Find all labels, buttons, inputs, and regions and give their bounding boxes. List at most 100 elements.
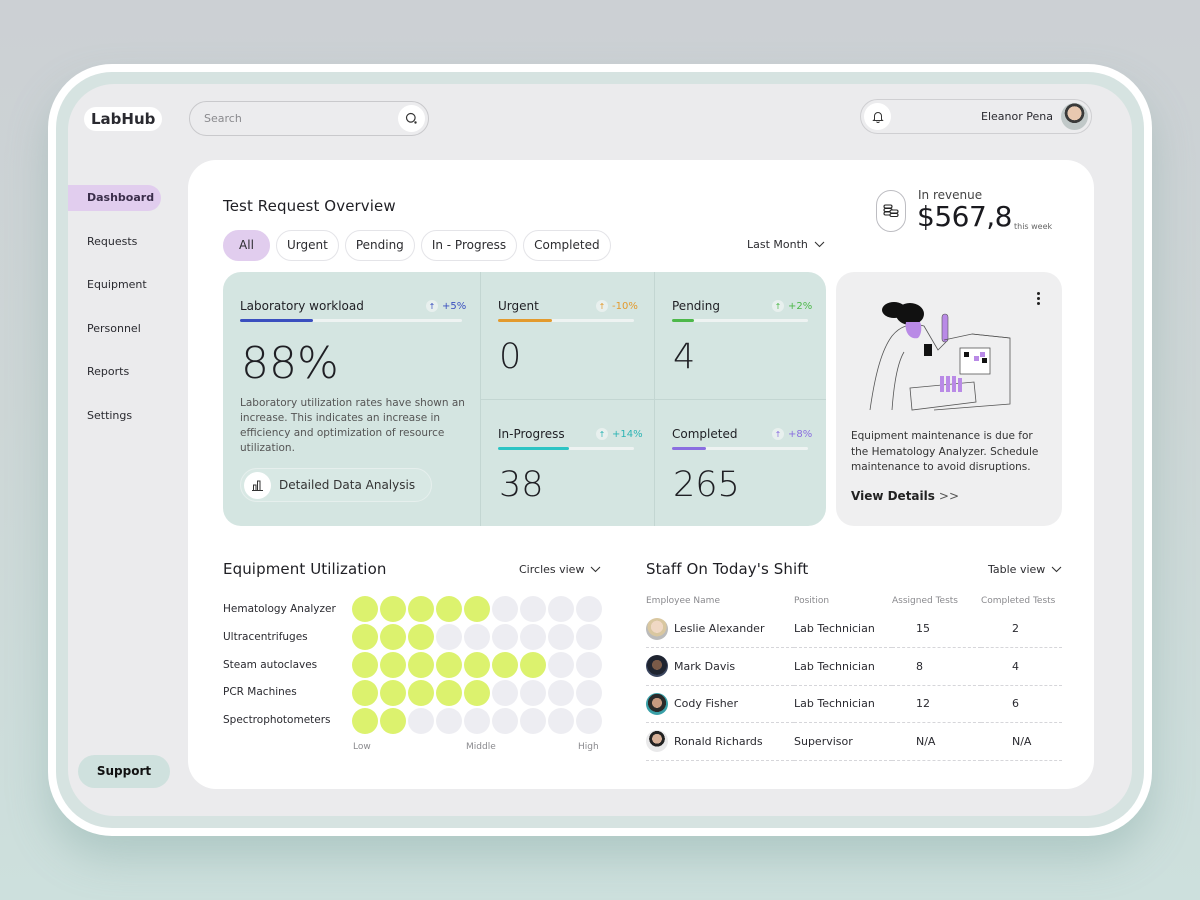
device-bezel: LabHub Eleanor Pena Dashboard Requests E… [56, 72, 1144, 828]
stat-value: 4 [673, 337, 696, 377]
utilization-circle-filled [352, 624, 378, 650]
utilization-circle-filled [408, 680, 434, 706]
employee-name: Leslie Alexander [674, 622, 765, 635]
equipment-label: Steam autoclaves [223, 658, 318, 671]
employee-position: Lab Technician [794, 685, 892, 723]
utilization-circle-filled [436, 652, 462, 678]
utilization-circle-empty [492, 708, 518, 734]
chevron-down-icon [814, 241, 825, 248]
filter-completed[interactable]: Completed [523, 230, 611, 261]
staff-table: Employee Name Position Assigned Tests Co… [646, 592, 1062, 761]
user-menu[interactable]: Eleanor Pena [860, 99, 1092, 134]
sidebar-item-equipment[interactable]: Equipment [68, 272, 161, 298]
search-icon [405, 112, 417, 124]
utilization-circle-filled [380, 708, 406, 734]
equipment-label: Spectrophotometers [223, 714, 331, 727]
utilization-circle-filled [408, 652, 434, 678]
stat-value: 0 [499, 337, 522, 377]
stat-change: ↑ +14% [596, 428, 643, 440]
stat-card-pending[interactable]: Pending ↑ +2% 4 [654, 272, 826, 399]
maintenance-message: Equipment maintenance is due for the Hem… [851, 430, 1039, 473]
stat-change-value: +8% [788, 428, 813, 440]
filter-urgent[interactable]: Urgent [276, 230, 339, 261]
workload-description: Laboratory utilization rates have shown … [240, 397, 465, 454]
column-header[interactable]: Employee Name [646, 592, 794, 610]
sidebar: Dashboard Requests Equipment Personnel R… [68, 185, 178, 446]
employee-name: Ronald Richards [674, 734, 763, 748]
staff-view-dropdown[interactable]: Table view [988, 563, 1062, 576]
utilization-circles [352, 596, 602, 736]
sidebar-item-settings[interactable]: Settings [68, 403, 161, 429]
stat-progress [672, 319, 808, 322]
table-row[interactable]: Leslie Alexander Lab Technician 15 2 [646, 610, 1062, 648]
equipment-view-dropdown[interactable]: Circles view [519, 563, 601, 576]
stat-card-in-progress[interactable]: In-Progress ↑ +14% 38 [481, 399, 654, 526]
column-header[interactable]: Assigned Tests [892, 592, 981, 610]
stat-value: 265 [673, 465, 740, 505]
sidebar-item-reports[interactable]: Reports [68, 359, 161, 385]
assigned-tests: 12 [892, 685, 981, 723]
employee-position: Lab Technician [794, 610, 892, 648]
detailed-analysis-button[interactable]: Detailed Data Analysis [240, 468, 432, 502]
search-bar[interactable] [189, 101, 429, 136]
sidebar-item-personnel[interactable]: Personnel [68, 316, 161, 342]
workload-card: Laboratory workload ↑ +5% 88% Laboratory… [223, 272, 481, 526]
utilization-circle-filled [352, 652, 378, 678]
main-panel: Test Request Overview All Urgent Pending… [188, 160, 1094, 789]
table-row[interactable]: Ronald Richards Supervisor N/A N/A [646, 722, 1062, 761]
search-button[interactable] [398, 105, 425, 132]
arrow-up-icon: ↑ [772, 428, 784, 440]
support-button[interactable]: Support [78, 755, 170, 788]
utilization-circle-filled [352, 680, 378, 706]
utilization-circle-filled [464, 596, 490, 622]
app-screen: LabHub Eleanor Pena Dashboard Requests E… [68, 84, 1132, 816]
user-avatar[interactable] [1061, 103, 1088, 130]
period-dropdown[interactable]: Last Month [747, 238, 825, 251]
search-input[interactable] [204, 102, 394, 135]
assigned-tests: N/A [892, 722, 981, 761]
employee-position: Supervisor [794, 722, 892, 761]
scale-low: Low [353, 742, 371, 752]
utilization-circle-empty [436, 708, 462, 734]
utilization-circle-filled [408, 624, 434, 650]
sidebar-item-requests[interactable]: Requests [68, 229, 161, 255]
utilization-row [352, 596, 602, 622]
scale-middle: Middle [466, 742, 496, 752]
stat-progress-fill [498, 447, 569, 450]
table-row[interactable]: Mark Davis Lab Technician 8 4 [646, 647, 1062, 686]
filter-tabs: All Urgent Pending In - Progress Complet… [223, 230, 611, 261]
bar-chart-icon [244, 472, 271, 499]
utilization-circle-empty [548, 652, 574, 678]
lab-technician-illustration [869, 302, 1011, 411]
filter-pending[interactable]: Pending [344, 230, 415, 261]
maintenance-card: Equipment maintenance is due for the Hem… [836, 272, 1062, 526]
app-logo: LabHub [84, 107, 163, 131]
equipment-view-label: Circles view [519, 563, 585, 576]
column-header[interactable]: Position [794, 592, 892, 610]
table-header: Employee Name Position Assigned Tests Co… [646, 592, 1062, 610]
filter-all[interactable]: All [223, 230, 270, 261]
notifications-button[interactable] [864, 103, 891, 130]
workload-change-value: +5% [442, 300, 467, 312]
bell-icon [871, 112, 884, 123]
table-row[interactable]: Cody Fisher Lab Technician 12 6 [646, 685, 1062, 723]
utilization-circle-filled [352, 708, 378, 734]
employee-name: Cody Fisher [674, 697, 738, 711]
utilization-circle-empty [548, 596, 574, 622]
arrow-up-icon: ↑ [426, 300, 438, 312]
utilization-circle-empty [548, 624, 574, 650]
completed-tests: N/A [981, 722, 1062, 761]
sidebar-item-dashboard[interactable]: Dashboard [68, 185, 161, 211]
stat-card-completed[interactable]: Completed ↑ +8% 265 [654, 399, 826, 526]
stat-change-value: -10% [612, 300, 638, 312]
stat-card-urgent[interactable]: Urgent ↑ -10% 0 [481, 272, 654, 399]
view-details-link[interactable]: View Details >> [851, 489, 959, 503]
stat-progress-fill [498, 319, 553, 322]
avatar [646, 692, 668, 715]
utilization-circle-empty [576, 680, 602, 706]
utilization-circle-empty [408, 708, 434, 734]
column-header[interactable]: Completed Tests [981, 592, 1062, 610]
utilization-circle-empty [548, 708, 574, 734]
filter-in-progress[interactable]: In - Progress [420, 230, 518, 261]
workload-progress-fill [240, 319, 314, 322]
